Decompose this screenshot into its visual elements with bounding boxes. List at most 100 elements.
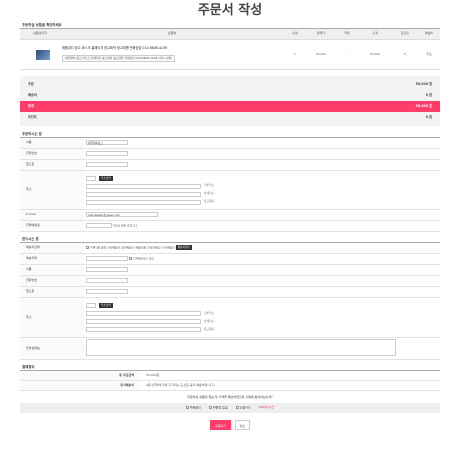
pg-provider-label: KG이니시스 (258, 405, 275, 410)
orderer-name-input[interactable]: 애플워치광고 (86, 140, 128, 146)
payment-extra-row: 추가배송비 0원 (지역에 따라 추가되는 도선료 등의 배송비입니다.) (20, 380, 440, 391)
summary-total-label: 총계 (28, 104, 34, 108)
receiver-name-label: 이름 (20, 264, 84, 276)
receiver-address-label: 주소 (20, 297, 84, 338)
col-reward: 포인트 (392, 28, 418, 40)
default-address-checkbox[interactable] (128, 257, 132, 261)
orderer-name-row: 이름 애플워치광고 (20, 137, 440, 149)
payment-extra-value: 0원 (지역에 따라 추가되는 도선료 등의 배송비입니다.) (140, 380, 440, 391)
summary-order-value: 50,000 원 (415, 82, 432, 86)
orderer-address-row: 주소 주소검색 기본주소 상세주소 참고항목 (20, 170, 440, 210)
address-list-button[interactable]: 배송지목록 (175, 245, 192, 251)
orderer-mobile-label: 핸드폰 (20, 159, 84, 171)
orderer-zip-button[interactable]: 주소검색 (99, 175, 113, 181)
receiver-zip-input[interactable] (86, 303, 96, 308)
orderer-form: 이름 애플워치광고 전화번호 핸드폰 주소 주소검색 기본주소 상세주소 참고항… (20, 137, 440, 232)
col-point: 적립 (336, 28, 358, 40)
orderer-email-row: E-mail mandbeam@naver.com (20, 209, 440, 221)
receiver-address-row: 주소 주소검색 기본주소 상세주소 참고항목 (20, 297, 440, 338)
orderer-date-label: 희망배송일 (20, 220, 84, 232)
orderer-email-label: E-mail (20, 209, 84, 221)
receiver-addrname-label: 배송지명 (20, 253, 84, 265)
summary-point-value: 0 점 (425, 115, 432, 119)
summary-total-value: 50,000 원 (415, 104, 432, 108)
orderer-addr1-input[interactable] (86, 183, 201, 189)
summary-shipping-label: 배송비 (28, 93, 37, 97)
receiver-name-row: 이름 (20, 264, 440, 276)
form-buttons: 주문하기 취소 (20, 420, 440, 430)
receiver-addr3-input[interactable] (86, 327, 201, 332)
product-price: 50,000 (306, 39, 336, 70)
payment-table: 총 주문금액 50,000원 추가배송비 0원 (지역에 따라 추가되는 도선료… (20, 370, 440, 391)
payment-amount-row: 총 주문금액 50,000원 (20, 370, 440, 381)
payment-extra-label: 추가배송비 (20, 380, 140, 391)
table-row: 애플워치 광고 마스크 홈페이지 광고제작 광고대행 전화상담 010-6808… (20, 39, 440, 70)
receiver-choice-options[interactable]: 주문자와 동일 신규배송지 최근배송지 (배송지를 선택하세요) 신규배송지 (90, 246, 175, 250)
summary-point-row: 포인트 0 점 (28, 112, 432, 123)
product-point: - (336, 39, 358, 70)
receiver-addr3-note: 참고항목 (204, 326, 214, 331)
bank-transfer-radio[interactable] (208, 405, 212, 409)
summary-shipping-value: 0 원 (425, 93, 432, 97)
delivery-date-input[interactable] (86, 223, 112, 229)
summary-point-label: 포인트 (28, 115, 37, 119)
summary-order-row: 주문 50,000 원 (28, 79, 432, 90)
orderer-mobile-input[interactable] (86, 162, 128, 168)
receiver-addr2-note: 상세주소 (204, 318, 214, 323)
orderer-name-label: 이름 (20, 137, 84, 149)
payment-amount-label: 총 주문금액 (20, 370, 140, 381)
credit-card-radio[interactable] (235, 405, 239, 409)
page-title: 주문서 작성 (197, 3, 263, 18)
agree-checkbox[interactable] (185, 405, 189, 409)
bank-transfer-label: 무통장 입금 (212, 405, 228, 410)
receiver-memo-row: 전하실말씀 (20, 337, 440, 360)
receiver-name-input[interactable] (86, 267, 128, 273)
default-address-label: 기본배송지로 설정 (132, 256, 154, 261)
receiver-mobile-input[interactable] (86, 289, 128, 295)
orderer-phone-label: 전화번호 (20, 148, 84, 160)
orderer-addr3-input[interactable] (86, 199, 201, 205)
receiver-addr1-input[interactable] (86, 311, 201, 316)
cancel-button[interactable]: 취소 (234, 420, 251, 430)
orderer-phone-row: 전화번호 (20, 148, 440, 160)
product-name[interactable]: 애플워치 광고 마스크 홈페이지 광고제작 광고대행 전화상담 010-6808… (62, 46, 284, 51)
summary-order-label: 주문 (28, 82, 34, 86)
product-qty: 1 (284, 39, 306, 70)
product-thumbnail[interactable] (36, 49, 50, 60)
order-summary: 주문 50,000 원 배송비 0 원 총계 50,000 원 포인트 0 점 (20, 76, 440, 126)
summary-shipping-row: 배송비 0 원 (28, 90, 432, 101)
credit-card-label: 신용카드 (239, 405, 251, 410)
orderer-email-input[interactable]: mandbeam@naver.com (86, 212, 158, 218)
product-shipping: 무료 (418, 39, 440, 70)
product-info-cell: 애플워치 광고 마스크 홈페이지 광고제작 광고대행 전화상담 010-6808… (60, 39, 284, 70)
receiver-mobile-row: 핸드폰 (20, 286, 440, 298)
memo-textarea[interactable] (86, 339, 396, 357)
order-form-page: 주문서 작성 주문하실 상품을 확인하세요 상품이미지 상품명 수량 판매가 적… (0, 0, 460, 460)
receiver-addrname-row: 배송지명 기본배송지로 설정 (20, 253, 440, 265)
orderer-addr2-input[interactable] (86, 191, 201, 197)
receiver-memo-label: 전하실말씀 (20, 337, 84, 360)
delivery-date-note: 이후로 배송 바랍니다 (112, 223, 137, 228)
agreement-box: 주문동의 무통장 입금 신용카드 KG이니시스 (20, 403, 440, 413)
products-header-row: 상품이미지 상품명 수량 판매가 적립 소계 포인트 배송비 (20, 28, 440, 40)
same-as-orderer-checkbox[interactable] (86, 246, 89, 250)
receiver-addr1-note: 기본주소 (204, 310, 214, 315)
receiver-zip-button[interactable]: 주소검색 (99, 303, 113, 308)
orderer-zip-input[interactable] (86, 175, 96, 181)
product-option: 애플워치 광고 마스크 홈페이지 광고제작 광고대행 전화상담 010-6808… (62, 54, 176, 63)
receiver-addr2-input[interactable] (86, 319, 201, 324)
receiver-addrname-input[interactable] (86, 256, 128, 262)
orderer-addr1-note: 기본주소 (204, 183, 214, 188)
payment-amount-value: 50,000원 (140, 370, 440, 381)
agreement-note: 주문하실 상품의 정보 및 가격을 확인하였으며 구매에 동의하십니까? (187, 395, 273, 399)
submit-order-button[interactable]: 주문하기 (209, 420, 231, 430)
col-image: 상품이미지 (20, 28, 60, 40)
col-subtotal: 소계 (358, 28, 392, 40)
receiver-phone-label: 전화번호 (20, 275, 84, 287)
orderer-addr2-note: 상세주소 (204, 191, 214, 196)
orderer-mobile-row: 핸드폰 (20, 159, 440, 171)
product-subtotal: 50,000 (358, 39, 392, 70)
orderer-phone-input[interactable] (86, 151, 128, 157)
receiver-phone-row: 전화번호 (20, 275, 440, 287)
receiver-phone-input[interactable] (86, 278, 128, 284)
